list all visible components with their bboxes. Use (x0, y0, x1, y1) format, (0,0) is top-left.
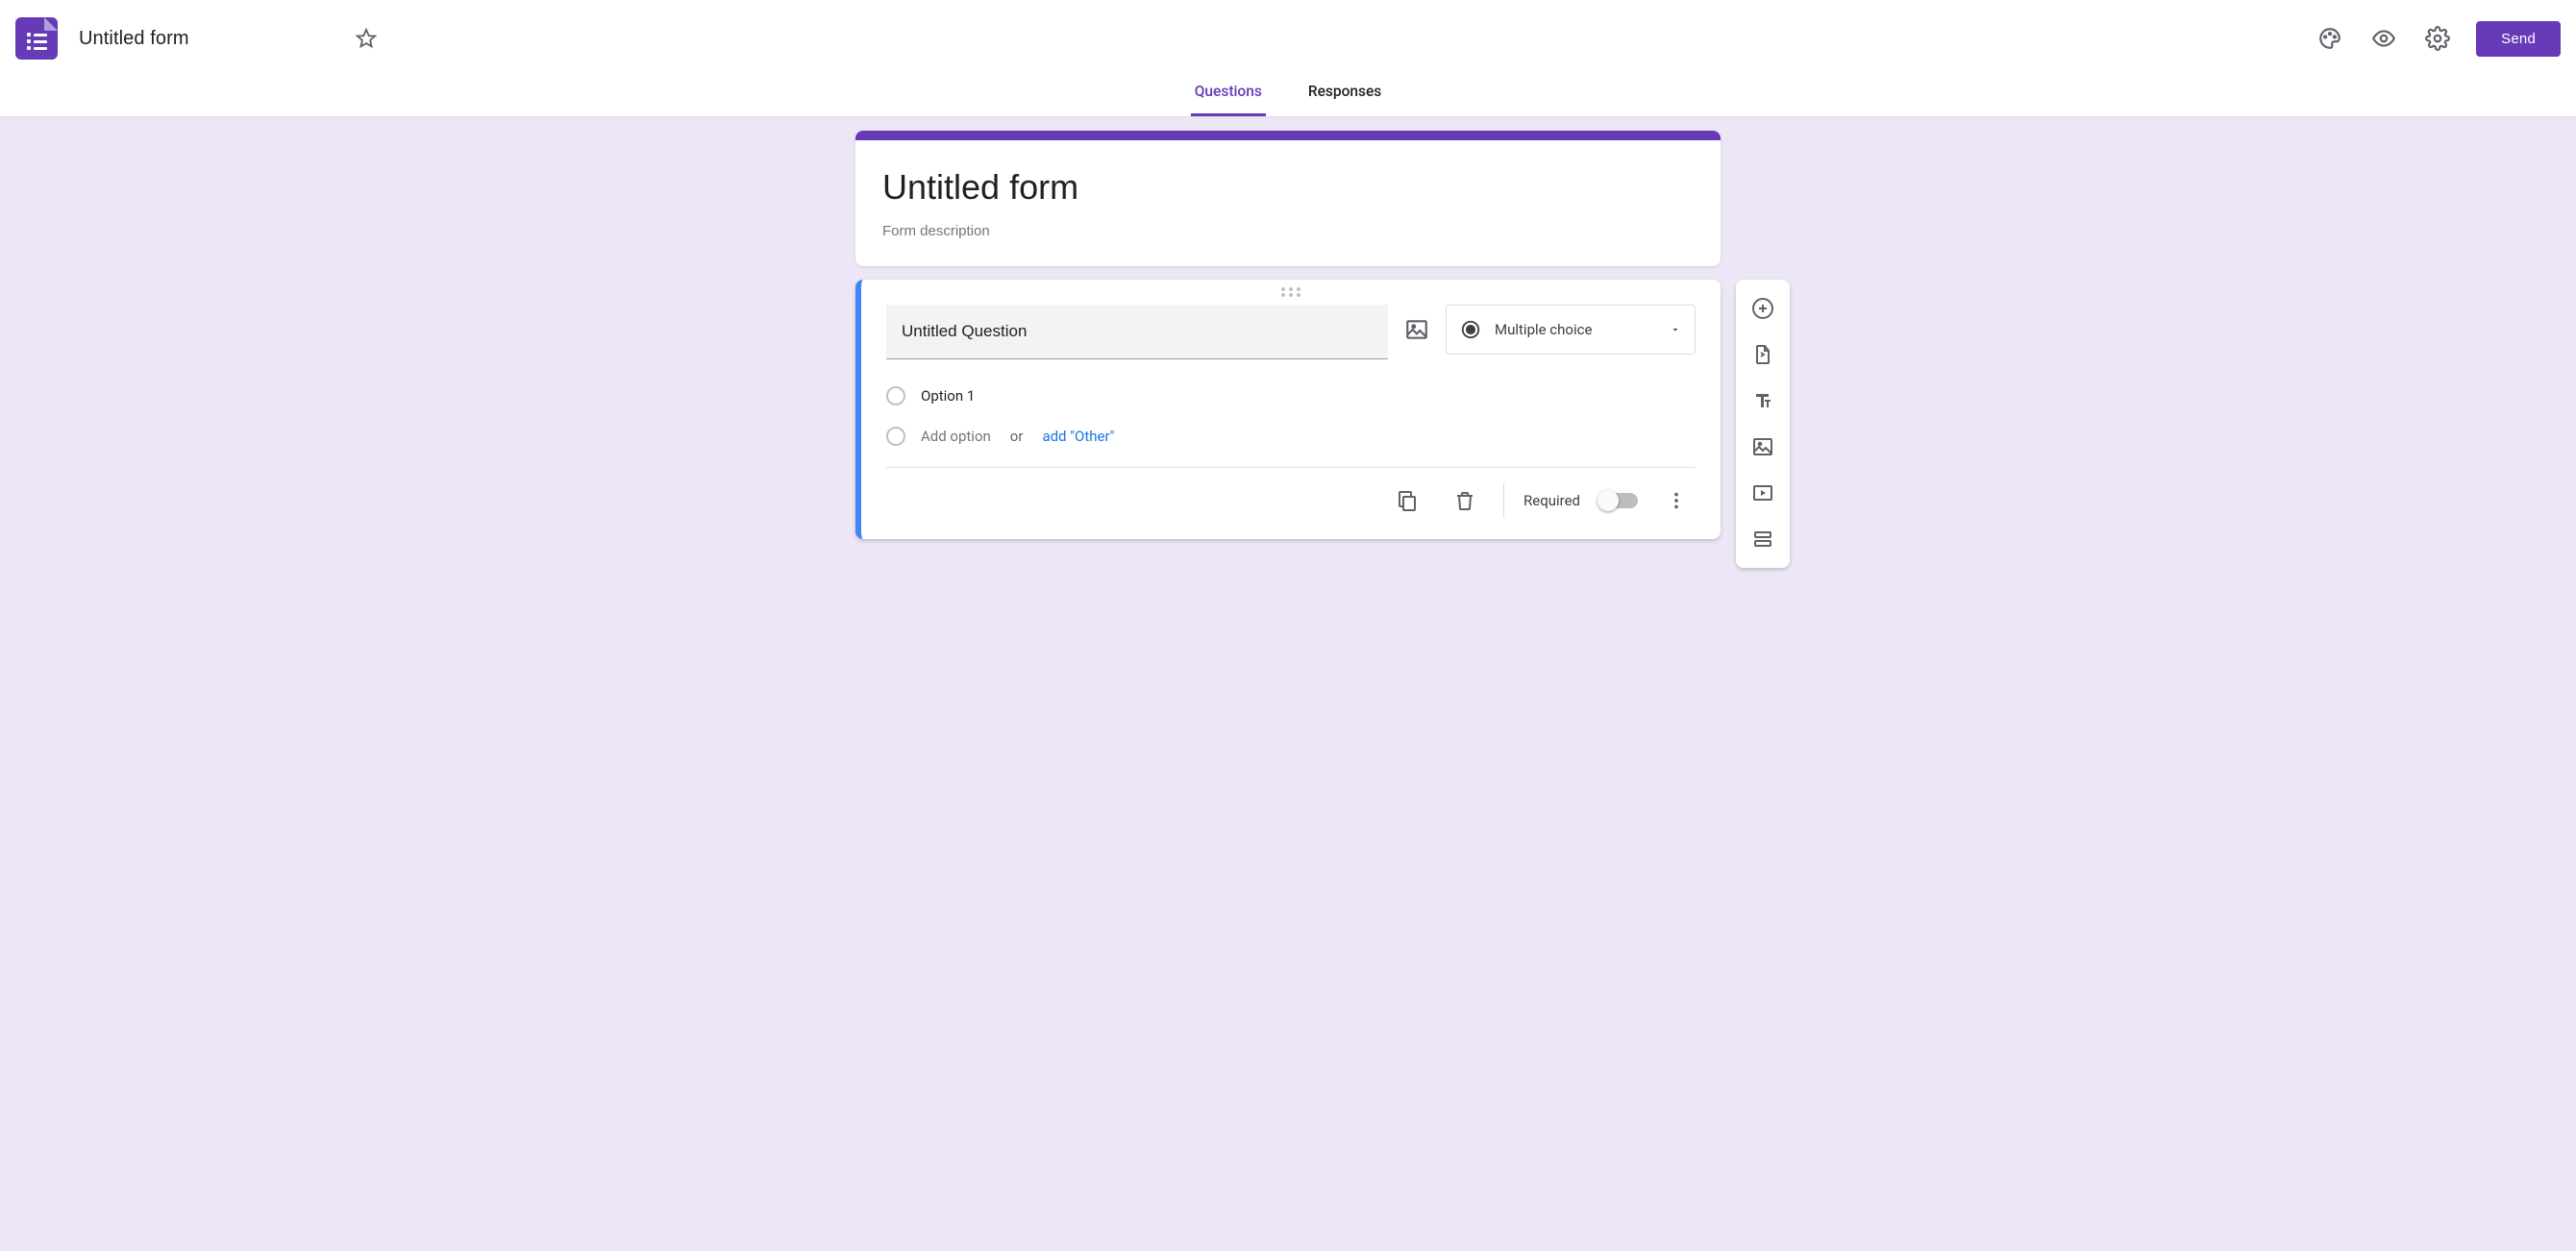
header-top-row: Send (15, 10, 2561, 67)
preview-button[interactable] (2361, 15, 2407, 61)
view-tabs: Questions Responses (15, 71, 2561, 116)
add-circle-icon (1751, 297, 1774, 320)
question-card[interactable]: Multiple choice Option 1 Add option (855, 280, 1721, 539)
question-title-input[interactable] (886, 305, 1388, 359)
radio-icon (1460, 319, 1481, 340)
app-header: Send Questions Responses (0, 0, 2576, 117)
side-toolbar (1736, 280, 1790, 568)
customize-theme-button[interactable] (2307, 15, 2353, 61)
add-question-button[interactable] (1744, 289, 1782, 328)
question-header-row: Multiple choice (886, 305, 1696, 359)
import-questions-button[interactable] (1744, 335, 1782, 374)
add-image-icon (1751, 435, 1774, 458)
add-option-or-text: or (1010, 428, 1024, 445)
gear-icon (2425, 26, 2450, 51)
delete-button[interactable] (1446, 481, 1484, 520)
required-toggle[interactable] (1599, 493, 1638, 508)
tab-responses[interactable]: Responses (1304, 71, 1385, 116)
drag-handle[interactable] (1281, 287, 1300, 297)
import-questions-icon (1751, 343, 1774, 366)
send-button[interactable]: Send (2476, 21, 2561, 57)
eye-icon (2371, 26, 2396, 51)
form-title-card[interactable] (855, 131, 1721, 266)
add-video-button[interactable] (1744, 474, 1782, 512)
star-button[interactable] (347, 19, 385, 58)
question-footer: Required (886, 467, 1696, 533)
star-icon (356, 28, 377, 49)
radio-placeholder-icon (886, 386, 905, 405)
more-vert-icon (1666, 490, 1687, 511)
forms-logo[interactable] (15, 17, 58, 60)
add-video-icon (1751, 481, 1774, 504)
option-label[interactable]: Option 1 (921, 387, 975, 405)
trash-icon (1453, 489, 1476, 512)
footer-separator (1503, 483, 1504, 518)
question-add-image-button[interactable] (1403, 316, 1430, 343)
add-section-icon (1751, 528, 1774, 551)
duplicate-button[interactable] (1388, 481, 1426, 520)
radio-placeholder-icon (886, 427, 905, 446)
text-title-icon (1751, 389, 1774, 412)
dropdown-arrow-icon (1670, 324, 1681, 335)
form-description-input[interactable] (882, 223, 1694, 239)
add-section-button[interactable] (1744, 520, 1782, 558)
document-title-input[interactable] (73, 24, 339, 54)
settings-button[interactable] (2415, 15, 2461, 61)
option-row[interactable]: Option 1 (886, 386, 1696, 405)
header-actions: Send (2307, 15, 2561, 61)
question-type-dropdown[interactable]: Multiple choice (1446, 305, 1696, 355)
form-canvas: Multiple choice Option 1 Add option (855, 131, 1721, 539)
image-icon (1404, 317, 1429, 342)
add-image-button[interactable] (1744, 428, 1782, 466)
required-label: Required (1523, 492, 1580, 509)
add-other-link[interactable]: add "Other" (1042, 428, 1114, 445)
add-option-button[interactable]: Add option (921, 428, 991, 445)
question-type-label: Multiple choice (1495, 321, 1592, 338)
question-more-button[interactable] (1657, 481, 1696, 520)
palette-icon (2317, 26, 2342, 51)
copy-icon (1396, 489, 1419, 512)
canvas-area: Multiple choice Option 1 Add option (0, 117, 2576, 1251)
form-title-input[interactable] (882, 163, 1694, 211)
tab-questions[interactable]: Questions (1191, 71, 1266, 116)
add-option-row: Add option or add "Other" (886, 427, 1696, 446)
question-options: Option 1 Add option or add "Other" (886, 386, 1696, 446)
question-wrapper: Multiple choice Option 1 Add option (855, 280, 1721, 539)
add-title-button[interactable] (1744, 381, 1782, 420)
